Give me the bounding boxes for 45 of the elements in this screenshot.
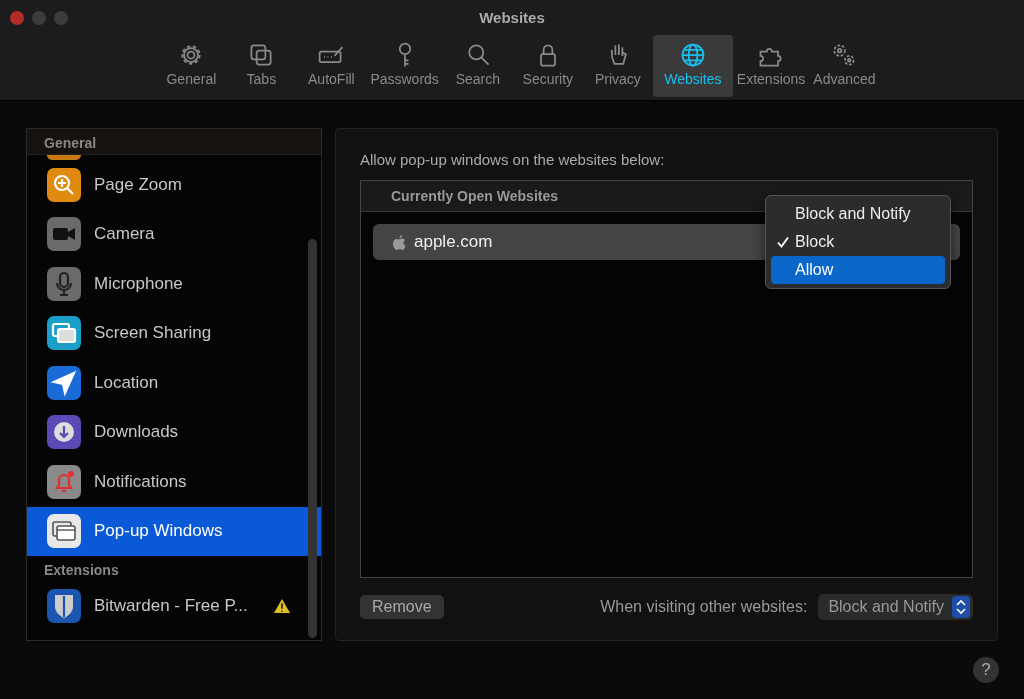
sidebar-item[interactable]: Page Zoom (27, 160, 321, 210)
sidebar-item[interactable]: Location (27, 358, 321, 408)
sidebar-item[interactable]: Pop-up Windows (27, 506, 321, 556)
location-icon (47, 365, 81, 400)
policy-dropdown[interactable]: Block and Notify (818, 594, 973, 620)
help-button[interactable]: ? (973, 657, 999, 683)
shield-icon (47, 588, 81, 623)
close-button[interactable] (10, 11, 24, 25)
window-title: Websites (479, 9, 545, 26)
popup-icon (47, 514, 81, 549)
mic-icon (47, 266, 81, 301)
zoom-icon (47, 167, 81, 202)
chevron-up-down-icon (952, 596, 970, 618)
toolbar-tab[interactable]: Search (442, 35, 513, 97)
sidebar-item[interactable]: Microphone (27, 259, 321, 309)
sidebar-item[interactable]: Notifications (27, 457, 321, 507)
screens-icon (47, 316, 81, 351)
remove-button[interactable]: Remove (360, 595, 444, 619)
scrollbar[interactable] (308, 239, 317, 638)
sidebar-item[interactable]: Downloads (27, 407, 321, 457)
sidebar-item[interactable]: Bitwarden - Free P... (27, 581, 321, 631)
toolbar-tab[interactable]: Privacy (582, 35, 653, 97)
sidebar-item[interactable]: Camera (27, 209, 321, 259)
policy-label: When visiting other websites: (600, 598, 808, 616)
bell-icon (47, 464, 81, 499)
checkmark-icon (777, 236, 789, 248)
menu-item[interactable]: Block (771, 228, 945, 256)
toolbar-tab[interactable]: General (156, 35, 227, 97)
toolbar-tab[interactable]: Websites (652, 35, 733, 97)
sidebar-item[interactable]: Screen Sharing (27, 308, 321, 358)
zoom-button[interactable] (54, 11, 68, 25)
camera-icon (47, 217, 81, 252)
minimize-button[interactable] (32, 11, 46, 25)
apple-icon (393, 234, 406, 250)
menu-item[interactable]: Allow (771, 256, 945, 284)
toolbar-tab[interactable]: Extensions (732, 35, 810, 97)
toolbar-tab[interactable]: Security (512, 35, 583, 97)
toolbar-tab[interactable]: Tabs (226, 35, 297, 97)
toolbar-tab[interactable]: AutoFill (296, 35, 367, 97)
section-heading: Allow pop-up windows on the websites below: (360, 151, 666, 168)
toolbar-tab[interactable]: Advanced (809, 35, 880, 97)
section-header: Extensions (43, 561, 120, 580)
download-icon (47, 415, 81, 450)
section-header: General (27, 129, 321, 155)
toolbar-tab[interactable]: Passwords (366, 35, 443, 97)
